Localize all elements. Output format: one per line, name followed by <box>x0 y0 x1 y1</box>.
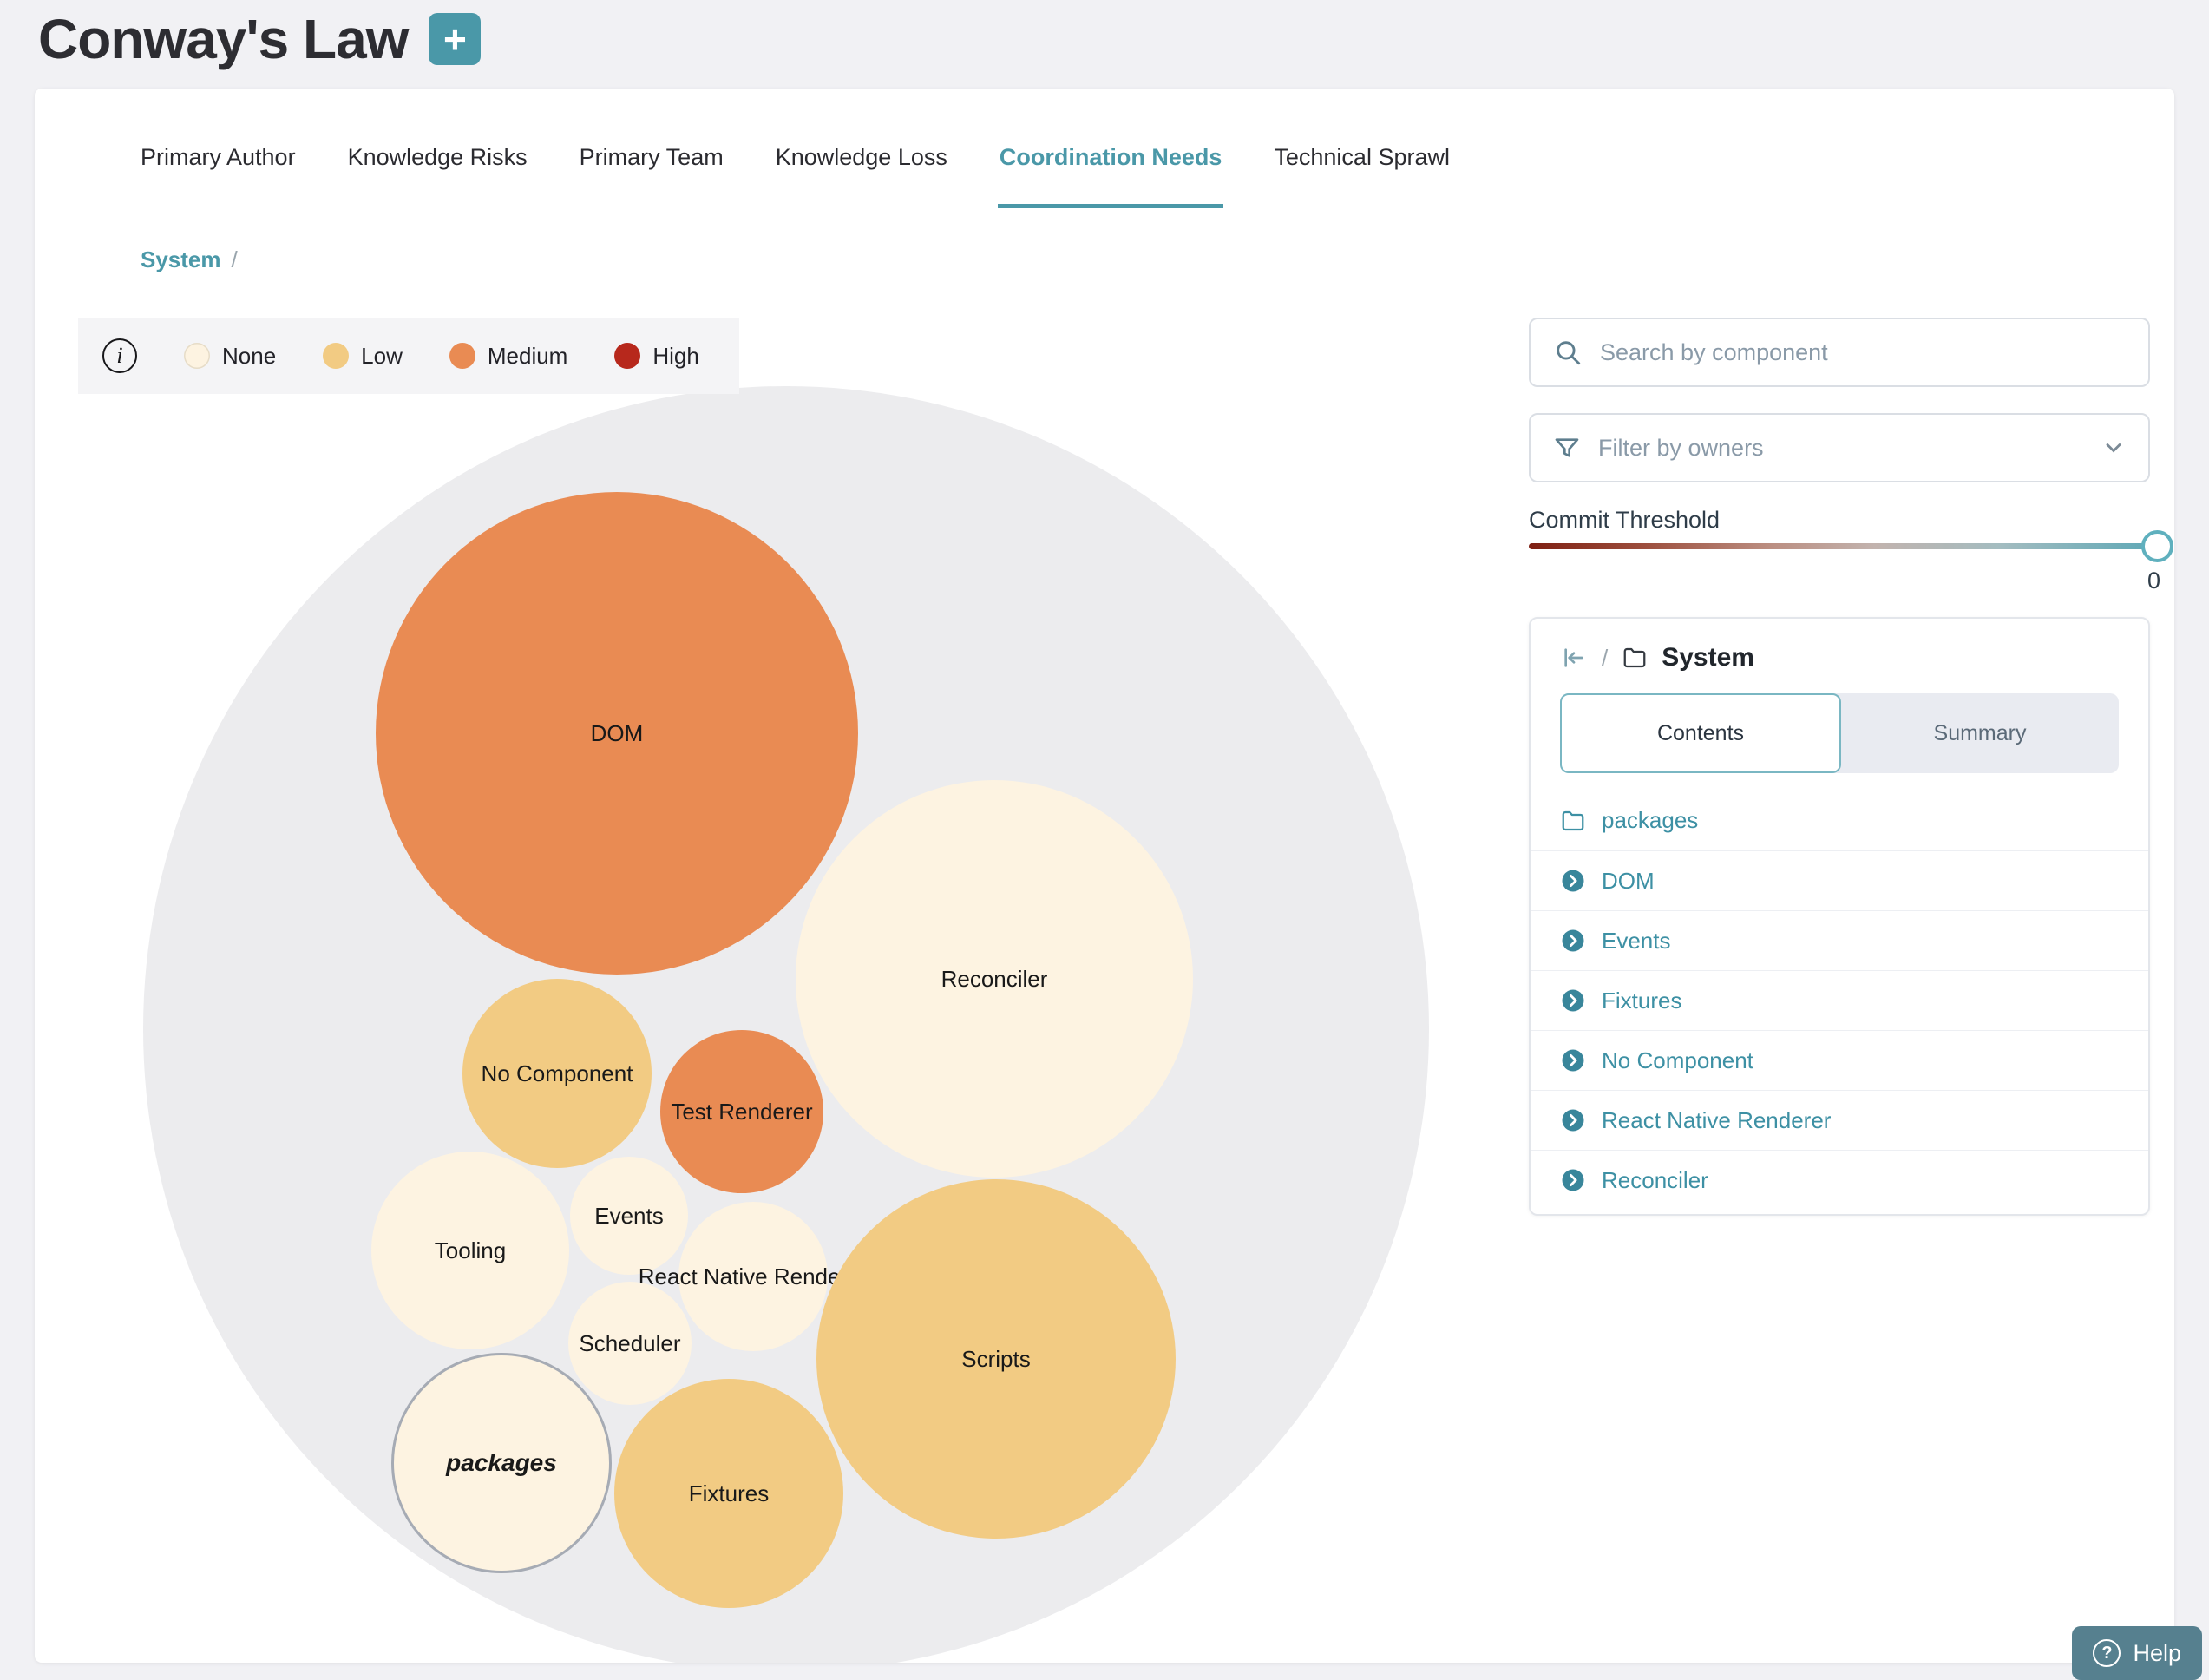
chart-node-label: Scripts <box>961 1346 1030 1373</box>
chart-node-packages[interactable]: packages <box>391 1353 612 1573</box>
legend-label: Low <box>361 343 403 370</box>
chart-node-react-native-renderer[interactable]: React Native Renderer <box>678 1202 828 1351</box>
filter-owners-dropdown[interactable]: Filter by owners <box>1529 413 2150 482</box>
chart-node-test-renderer[interactable]: Test Renderer <box>660 1030 823 1193</box>
tab-bar: Primary Author Knowledge Risks Primary Tea… <box>139 128 1452 208</box>
add-button[interactable]: + <box>429 13 481 65</box>
legend-item-low: Low <box>323 343 403 370</box>
chart-node-label: DOM <box>591 720 644 747</box>
chart-node-events[interactable]: Events <box>570 1157 688 1275</box>
legend-label: None <box>222 343 276 370</box>
explorer-item-no-component[interactable]: No Component <box>1531 1030 2148 1090</box>
explorer-tab-contents[interactable]: Contents <box>1560 693 1841 773</box>
filter-label: Filter by owners <box>1598 435 1764 462</box>
chart-node-no-component[interactable]: No Component <box>462 979 652 1168</box>
chart-node-label: Reconciler <box>941 966 1048 993</box>
info-icon[interactable]: i <box>102 338 137 373</box>
search-input[interactable] <box>1600 339 2126 366</box>
explorer-title: System <box>1662 643 1754 673</box>
tab-knowledge-loss[interactable]: Knowledge Loss <box>774 128 949 208</box>
chart-node-tooling[interactable]: Tooling <box>371 1152 569 1349</box>
explorer-item-fixtures[interactable]: Fixtures <box>1531 970 2148 1030</box>
chart-node-label: Tooling <box>435 1237 506 1264</box>
search-box <box>1529 318 2150 387</box>
commit-threshold-label: Commit Threshold <box>1529 507 1720 534</box>
path-separator: / <box>1602 645 1608 672</box>
component-icon <box>1560 988 1586 1014</box>
explorer-item-dom[interactable]: DOM <box>1531 850 2148 910</box>
explorer-item-label: Events <box>1602 928 1671 955</box>
explorer-item-label: Fixtures <box>1602 988 1681 1014</box>
tab-primary-team[interactable]: Primary Team <box>578 128 725 208</box>
question-icon: ? <box>2093 1639 2121 1667</box>
chart-node-fixtures[interactable]: Fixtures <box>614 1379 843 1608</box>
chart-node-label: Fixtures <box>689 1480 769 1507</box>
explorer-header: / System <box>1531 619 2148 673</box>
app-header: Conway's Law + <box>38 7 481 71</box>
back-to-parent-icon[interactable] <box>1560 644 1588 672</box>
folder-icon <box>1622 645 1648 671</box>
explorer-item-packages[interactable]: packages <box>1531 791 2148 850</box>
explorer-item-label: packages <box>1602 807 1698 834</box>
chart-node-scripts[interactable]: Scripts <box>816 1179 1176 1539</box>
chart-node-label: Scheduler <box>579 1330 680 1357</box>
chart-node-label: Test Renderer <box>671 1099 812 1125</box>
component-icon <box>1560 868 1586 894</box>
medium-swatch <box>449 343 475 369</box>
explorer-item-reconciler[interactable]: Reconciler <box>1531 1150 2148 1210</box>
component-icon <box>1560 1047 1586 1073</box>
chart-node-label: No Component <box>482 1060 633 1087</box>
chart-node-dom[interactable]: DOM <box>376 492 858 975</box>
chart-node-label: packages <box>446 1449 557 1477</box>
component-icon <box>1560 1167 1586 1193</box>
chart-node-label: Events <box>594 1203 664 1230</box>
tab-primary-author[interactable]: Primary Author <box>139 128 298 208</box>
legend-item-medium: Medium <box>449 343 567 370</box>
legend-item-high: High <box>614 343 698 370</box>
filter-icon <box>1553 434 1581 462</box>
folder-icon <box>1560 808 1586 834</box>
main-card: Primary Author Knowledge Risks Primary Tea… <box>35 89 2174 1663</box>
breadcrumb: System / <box>141 246 238 273</box>
explorer-item-label: Reconciler <box>1602 1167 1708 1194</box>
search-icon <box>1553 338 1583 367</box>
explorer-item-react-native-renderer[interactable]: React Native Renderer <box>1531 1090 2148 1150</box>
page-title: Conway's Law <box>38 7 408 71</box>
chevron-down-icon <box>2101 436 2126 460</box>
help-button[interactable]: ? Help <box>2072 1626 2202 1680</box>
explorer-item-label: React Native Renderer <box>1602 1107 1831 1134</box>
breadcrumb-separator: / <box>232 246 238 273</box>
legend-label: Medium <box>488 343 567 370</box>
legend: i None Low Medium High <box>78 318 739 394</box>
chart-node-reconciler[interactable]: Reconciler <box>796 780 1193 1178</box>
tab-knowledge-risks[interactable]: Knowledge Risks <box>346 128 529 208</box>
commit-threshold-slider[interactable] <box>1529 543 2157 549</box>
explorer-tabs: ContentsSummary <box>1560 693 2119 773</box>
commit-threshold-value: 0 <box>2110 568 2160 594</box>
component-icon <box>1560 1107 1586 1133</box>
chart-node-scheduler[interactable]: Scheduler <box>568 1282 692 1405</box>
explorer-item-label: DOM <box>1602 868 1655 895</box>
tab-technical-sprawl[interactable]: Technical Sprawl <box>1272 128 1452 208</box>
none-swatch <box>184 343 210 369</box>
explorer-panel: / System ContentsSummary packages DOM Even… <box>1529 617 2150 1216</box>
explorer-item-events[interactable]: Events <box>1531 910 2148 970</box>
high-swatch <box>614 343 640 369</box>
component-icon <box>1560 928 1586 954</box>
breadcrumb-root[interactable]: System <box>141 246 221 273</box>
explorer-tab-summary[interactable]: Summary <box>1841 693 2119 773</box>
explorer-item-label: No Component <box>1602 1047 1753 1074</box>
tab-coordination-needs[interactable]: Coordination Needs <box>998 128 1224 208</box>
legend-item-none: None <box>184 343 276 370</box>
low-swatch <box>323 343 349 369</box>
explorer-list: packages DOM Events Fixtures No Component Rea… <box>1531 791 2148 1210</box>
commit-threshold-handle[interactable] <box>2141 530 2173 562</box>
legend-label: High <box>652 343 698 370</box>
